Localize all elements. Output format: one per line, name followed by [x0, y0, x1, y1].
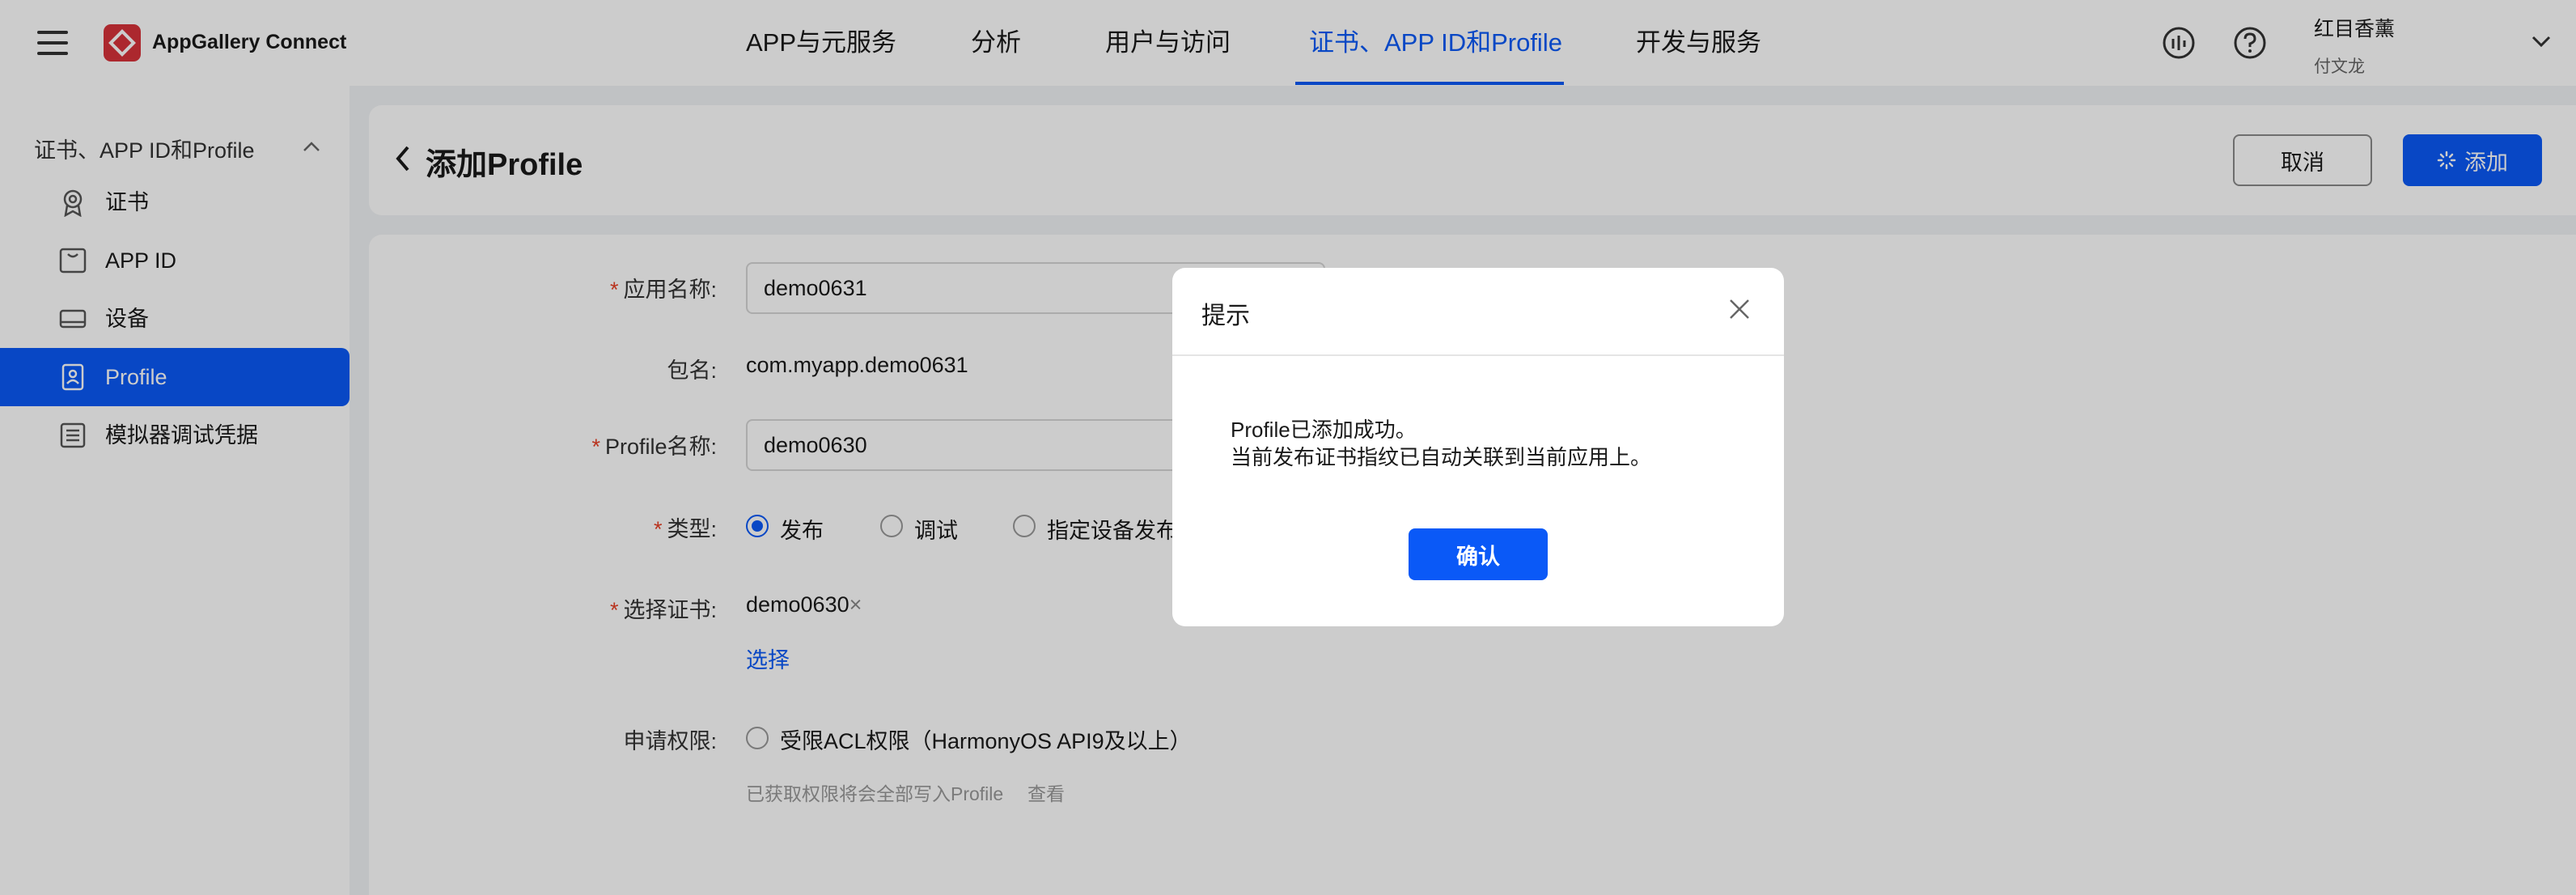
success-dialog: 提示 Profile已添加成功。 当前发布证书指纹已自动关联到当前应用上。 确认 — [1172, 268, 1784, 626]
close-icon[interactable] — [1729, 299, 1750, 320]
dialog-divider — [1172, 354, 1784, 356]
confirm-button[interactable]: 确认 — [1409, 528, 1548, 580]
dialog-message-line1: Profile已添加成功。 — [1231, 418, 1417, 442]
dialog-title: 提示 — [1201, 303, 1250, 329]
dialog-message-line2: 当前发布证书指纹已自动关联到当前应用上。 — [1231, 445, 1652, 469]
